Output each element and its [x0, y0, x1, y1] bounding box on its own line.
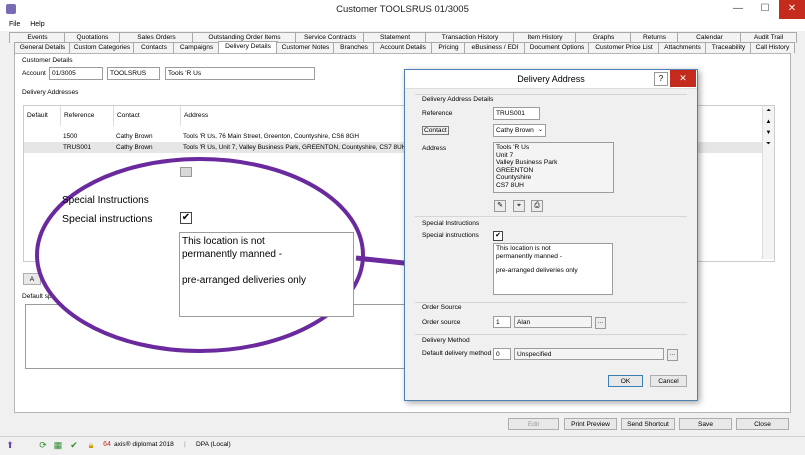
zoom-text-line: permanently manned -	[182, 249, 283, 260]
contact-value: Cathy Brown	[496, 127, 534, 134]
up-arrow-icon[interactable]: ⬆	[5, 440, 15, 450]
address-field[interactable]: Tools 'R Us Unit 7 Valley Business Park …	[493, 142, 614, 193]
order-source-label: Order source	[422, 319, 461, 326]
axis-logo-icon: 64	[103, 441, 111, 448]
address-label: Address	[422, 145, 447, 152]
zoom-special-label: Special instructions	[62, 213, 153, 225]
delivery-method-name-field: Unspecified	[514, 348, 664, 360]
edit-button[interactable]: Edit	[508, 418, 559, 430]
special-instructions-text[interactable]: This location is not permanently manned …	[493, 243, 613, 295]
special-text-line: pre-arranged deliveries only	[496, 267, 578, 274]
zoom-text-line: This location is not	[182, 236, 265, 247]
dialog-title-bar: Delivery Address ? ✕	[405, 70, 697, 89]
address-line: Unit 7	[496, 151, 514, 159]
delivery-method-lookup-button[interactable]: …	[667, 349, 678, 361]
special-text-line: This location is not	[496, 245, 551, 252]
reference-field[interactable]: TRUS001	[493, 107, 540, 120]
app-name: axis® diplomat 2018	[114, 441, 174, 448]
address-line: CS7 8UH	[496, 181, 524, 189]
lock-icon[interactable]: 🔒︎	[86, 440, 96, 450]
chevron-down-icon[interactable]: ⌄	[538, 125, 543, 136]
address-line: GREENTON	[496, 166, 534, 174]
print-preview-button[interactable]: Print Preview	[564, 418, 617, 430]
print-icon[interactable]: ⎙	[531, 200, 543, 212]
status-divider: |	[184, 441, 186, 448]
delivery-address-dialog: Delivery Address ? ✕ Delivery Address De…	[404, 69, 698, 401]
order-source-group-label: Order Source	[422, 304, 462, 311]
address-line: Countyshire	[496, 174, 532, 181]
delivery-method-group-label: Delivery Method	[422, 337, 470, 344]
reference-label: Reference	[422, 110, 453, 117]
dialog-close-button[interactable]: ✕	[670, 70, 696, 87]
address-line: Valley Business Park	[496, 159, 558, 166]
address-line: Tools 'R Us	[496, 144, 530, 151]
contact-select[interactable]: Cathy Brown ⌄	[493, 124, 546, 137]
close-button[interactable]: Close	[736, 418, 789, 430]
special-label: Special instructions	[422, 232, 479, 239]
refresh-icon[interactable]: ⟳	[38, 440, 48, 450]
contact-label-button[interactable]: Contact	[422, 126, 449, 135]
order-source-number-field[interactable]: 1	[493, 316, 511, 328]
delivery-method-label: Default delivery method	[422, 350, 492, 357]
dialog-cancel-button[interactable]: Cancel	[650, 375, 687, 387]
special-instructions-divider	[415, 216, 687, 217]
delivery-method-divider	[415, 334, 687, 335]
order-source-divider	[415, 302, 687, 303]
check-icon[interactable]: ✔	[69, 440, 79, 450]
dialog-help-button[interactable]: ?	[654, 72, 668, 86]
special-group-label: Special Instructions	[422, 220, 480, 227]
special-text-line: permanently manned -	[496, 252, 562, 260]
details-group-label: Delivery Address Details	[422, 96, 494, 103]
save-button[interactable]: Save	[679, 418, 732, 430]
grid-action-icon[interactable]	[180, 167, 192, 177]
spreadsheet-icon[interactable]: ▦	[53, 440, 63, 450]
delivery-method-number-field[interactable]: 0	[493, 348, 511, 360]
dpa-status: DPA (Local)	[196, 441, 231, 448]
zoom-special-group-label: Special Instructions	[62, 195, 149, 206]
special-checkbox[interactable]: ✔	[493, 231, 503, 241]
zoom-special-text[interactable]: This location is not permanently manned …	[179, 232, 354, 317]
zoom-special-checkbox[interactable]: ✔	[180, 212, 192, 224]
order-source-name-field: Alan	[514, 316, 592, 328]
zoom-text-line: pre-arranged deliveries only	[182, 275, 306, 286]
map-pin-icon[interactable]: ⌖	[513, 200, 525, 212]
dialog-ok-button[interactable]: OK	[608, 375, 643, 387]
order-source-lookup-button[interactable]: …	[595, 317, 606, 329]
send-shortcut-button[interactable]: Send Shortcut	[621, 418, 675, 430]
edit-pencil-icon[interactable]: ✎	[494, 200, 506, 212]
status-bar: ⬆ ⟳ ▦ ✔ 🔒︎ 64 axis® diplomat 2018 | DPA …	[0, 436, 805, 455]
